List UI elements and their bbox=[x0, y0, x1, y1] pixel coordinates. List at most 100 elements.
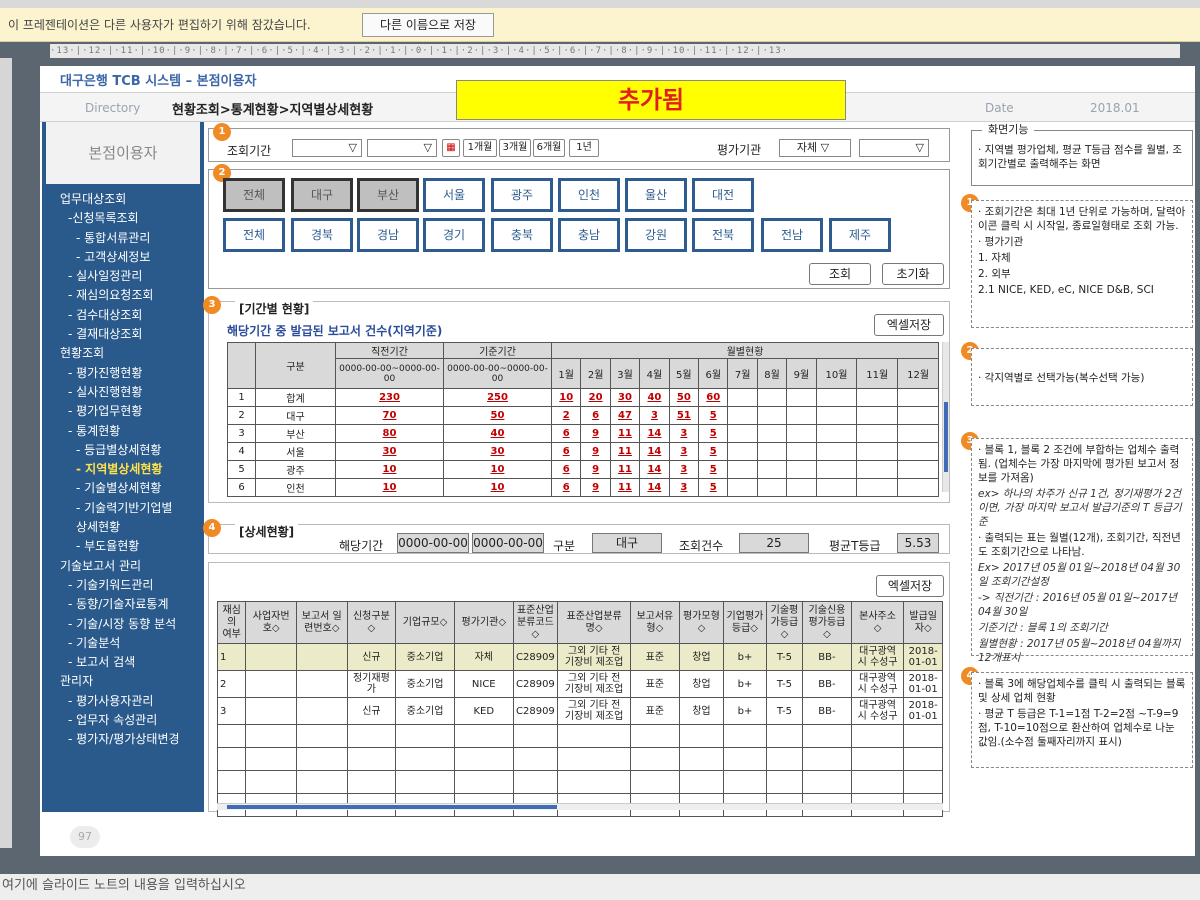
month-count-link[interactable]: 5 bbox=[698, 406, 729, 425]
column-header[interactable]: 보고서유 형◇ bbox=[630, 601, 680, 644]
column-header[interactable]: 발급일 자◇ bbox=[903, 601, 943, 644]
base-count-link[interactable]: 50 bbox=[443, 406, 552, 425]
month-count-link[interactable]: 14 bbox=[639, 424, 670, 443]
region-button[interactable]: 전남 bbox=[761, 218, 823, 252]
column-header[interactable]: 신청구분 ◇ bbox=[346, 601, 397, 644]
sidebar-item[interactable]: - 통합서류관리 bbox=[42, 229, 204, 248]
region-button[interactable]: 대구 bbox=[291, 178, 353, 212]
sidebar-item[interactable]: - 결재대상조회 bbox=[42, 325, 204, 344]
sidebar-item[interactable]: - 동향/기술자료통계 bbox=[42, 595, 204, 614]
region-button[interactable]: 경북 bbox=[291, 218, 353, 252]
calendar-icon[interactable]: ▦ bbox=[442, 139, 460, 157]
sidebar-item[interactable]: - 평가사용자관리 bbox=[42, 692, 204, 711]
scroll-thumb[interactable] bbox=[227, 805, 557, 809]
detail-table-hscrollbar[interactable] bbox=[217, 803, 943, 810]
period-table-scrollbar[interactable] bbox=[942, 342, 949, 492]
month-count-link[interactable]: 9 bbox=[580, 424, 611, 443]
region-button[interactable]: 전체 bbox=[223, 178, 285, 212]
table-row[interactable]: 3 신규 중소기업 KED C28909 그외 기타 전 기장비 제조업 표준 창업 b+ T-5… bbox=[216, 697, 943, 725]
month-count-link[interactable]: 10 bbox=[550, 388, 582, 407]
sidebar-item[interactable]: - 검수대상조회 bbox=[42, 306, 204, 325]
prev-count-link[interactable]: 10 bbox=[335, 478, 444, 497]
table-row[interactable]: 2 정기재평 가 중소기업 NICE C28909 그외 기타 전 기장비 제조업 표준 창업… bbox=[216, 670, 943, 698]
base-count-link[interactable]: 30 bbox=[443, 442, 552, 461]
month-count-link[interactable]: 9 bbox=[580, 460, 611, 479]
month-count-link[interactable]: 14 bbox=[639, 442, 670, 461]
sidebar-item[interactable]: - 평가업무현황 bbox=[42, 402, 204, 421]
base-count-link[interactable]: 250 bbox=[443, 388, 552, 407]
base-count-link[interactable]: 10 bbox=[443, 460, 552, 479]
column-header[interactable]: 평가모형 ◇ bbox=[678, 601, 725, 644]
sidebar-item[interactable]: - 업무자 속성관리 bbox=[42, 711, 204, 730]
month-count-link[interactable]: 11 bbox=[609, 442, 641, 461]
sidebar-item[interactable]: - 기술력기반기업별 bbox=[42, 499, 204, 518]
prev-count-link[interactable]: 30 bbox=[335, 442, 444, 461]
sidebar-item[interactable]: - 재심의요청조회 bbox=[42, 286, 204, 305]
month-count-link[interactable]: 5 bbox=[698, 460, 729, 479]
sidebar-item[interactable]: - 통계현황 bbox=[42, 422, 204, 441]
month-count-link[interactable]: 9 bbox=[580, 478, 611, 497]
base-count-link[interactable]: 40 bbox=[443, 424, 552, 443]
column-header[interactable]: 평가기관◇ bbox=[453, 601, 514, 644]
reset-button[interactable]: 초기화 bbox=[882, 263, 944, 285]
month-count-link[interactable]: 6 bbox=[550, 424, 582, 443]
column-header[interactable]: 재심의 여부 bbox=[216, 601, 247, 644]
period-3month-button[interactable]: 3개월 bbox=[499, 139, 531, 157]
detail-date-from[interactable]: 0000-00-00 bbox=[397, 533, 469, 553]
month-count-link[interactable]: 30 bbox=[609, 388, 641, 407]
sidebar-item[interactable]: - 보고서 검색 bbox=[42, 653, 204, 672]
sidebar-item[interactable]: - 등급별상세현황 bbox=[42, 441, 204, 460]
month-count-link[interactable]: 2 bbox=[550, 406, 582, 425]
region-button[interactable]: 경기 bbox=[423, 218, 485, 252]
month-count-link[interactable]: 3 bbox=[668, 460, 700, 479]
month-count-link[interactable]: 3 bbox=[668, 424, 700, 443]
region-button[interactable]: 부산 bbox=[357, 178, 419, 212]
region-button[interactable]: 강원 bbox=[625, 218, 687, 252]
sidebar-item[interactable]: - 실사진행현황 bbox=[42, 383, 204, 402]
period-1month-button[interactable]: 1개월 bbox=[463, 139, 497, 157]
sidebar-item[interactable]: - 지역별상세현황 bbox=[42, 460, 204, 479]
search-button[interactable]: 조회 bbox=[809, 263, 871, 285]
period-1year-button[interactable]: 1년 bbox=[569, 139, 599, 157]
month-count-link[interactable]: 11 bbox=[609, 478, 641, 497]
region-button[interactable]: 서울 bbox=[423, 178, 485, 212]
sidebar-item[interactable]: - 부도율현황 bbox=[42, 537, 204, 556]
month-count-link[interactable]: 5 bbox=[698, 478, 729, 497]
month-count-link[interactable]: 11 bbox=[609, 424, 641, 443]
month-count-link[interactable]: 47 bbox=[609, 406, 641, 425]
sidebar-item[interactable]: - 평가자/평가상태변경 bbox=[42, 730, 204, 749]
sidebar-item[interactable]: - 기술별상세현황 bbox=[42, 479, 204, 498]
prev-count-link[interactable]: 230 bbox=[335, 388, 444, 407]
region-button[interactable]: 충북 bbox=[491, 218, 553, 252]
region-button[interactable]: 충남 bbox=[558, 218, 620, 252]
prev-count-link[interactable]: 70 bbox=[335, 406, 444, 425]
column-header[interactable]: 기술신용 평가등급 ◇ bbox=[802, 601, 852, 644]
period-excel-button[interactable]: 엑셀저장 bbox=[874, 314, 944, 336]
period-start-select[interactable]: ▽ bbox=[292, 139, 362, 157]
sidebar-item[interactable]: - 기술분석 bbox=[42, 634, 204, 653]
month-count-link[interactable]: 60 bbox=[698, 388, 729, 407]
month-count-link[interactable]: 50 bbox=[668, 388, 700, 407]
region-button[interactable]: 광주 bbox=[491, 178, 553, 212]
period-end-select[interactable]: ▽ bbox=[367, 139, 437, 157]
month-count-link[interactable]: 3 bbox=[639, 406, 670, 425]
region-button[interactable]: 울산 bbox=[625, 178, 687, 212]
region-button[interactable]: 대전 bbox=[692, 178, 754, 212]
month-count-link[interactable]: 6 bbox=[550, 478, 582, 497]
month-count-link[interactable]: 14 bbox=[639, 460, 670, 479]
month-count-link[interactable]: 5 bbox=[698, 442, 729, 461]
agency-sub-select[interactable]: ▽ bbox=[859, 139, 929, 157]
column-header[interactable]: 본사주소 ◇ bbox=[850, 601, 905, 644]
month-count-link[interactable]: 6 bbox=[550, 442, 582, 461]
column-header[interactable]: 표준산업 분류코드 ◇ bbox=[512, 601, 559, 644]
sidebar-item[interactable]: 현황조회 bbox=[42, 344, 204, 363]
sidebar-item[interactable]: 업무대상조회 bbox=[42, 190, 204, 209]
sidebar-item[interactable]: 기술보고서 관리 bbox=[42, 557, 204, 576]
sidebar-item[interactable]: - 기술키워드관리 bbox=[42, 576, 204, 595]
month-count-link[interactable]: 40 bbox=[639, 388, 670, 407]
column-header[interactable]: 기업규모◇ bbox=[395, 601, 455, 644]
sidebar-item[interactable]: - 고객상세정보 bbox=[42, 248, 204, 267]
column-header[interactable]: 기술평 가등급 ◇ bbox=[765, 601, 804, 644]
save-as-button[interactable]: 다른 이름으로 저장 bbox=[362, 13, 494, 37]
month-count-link[interactable]: 5 bbox=[698, 424, 729, 443]
